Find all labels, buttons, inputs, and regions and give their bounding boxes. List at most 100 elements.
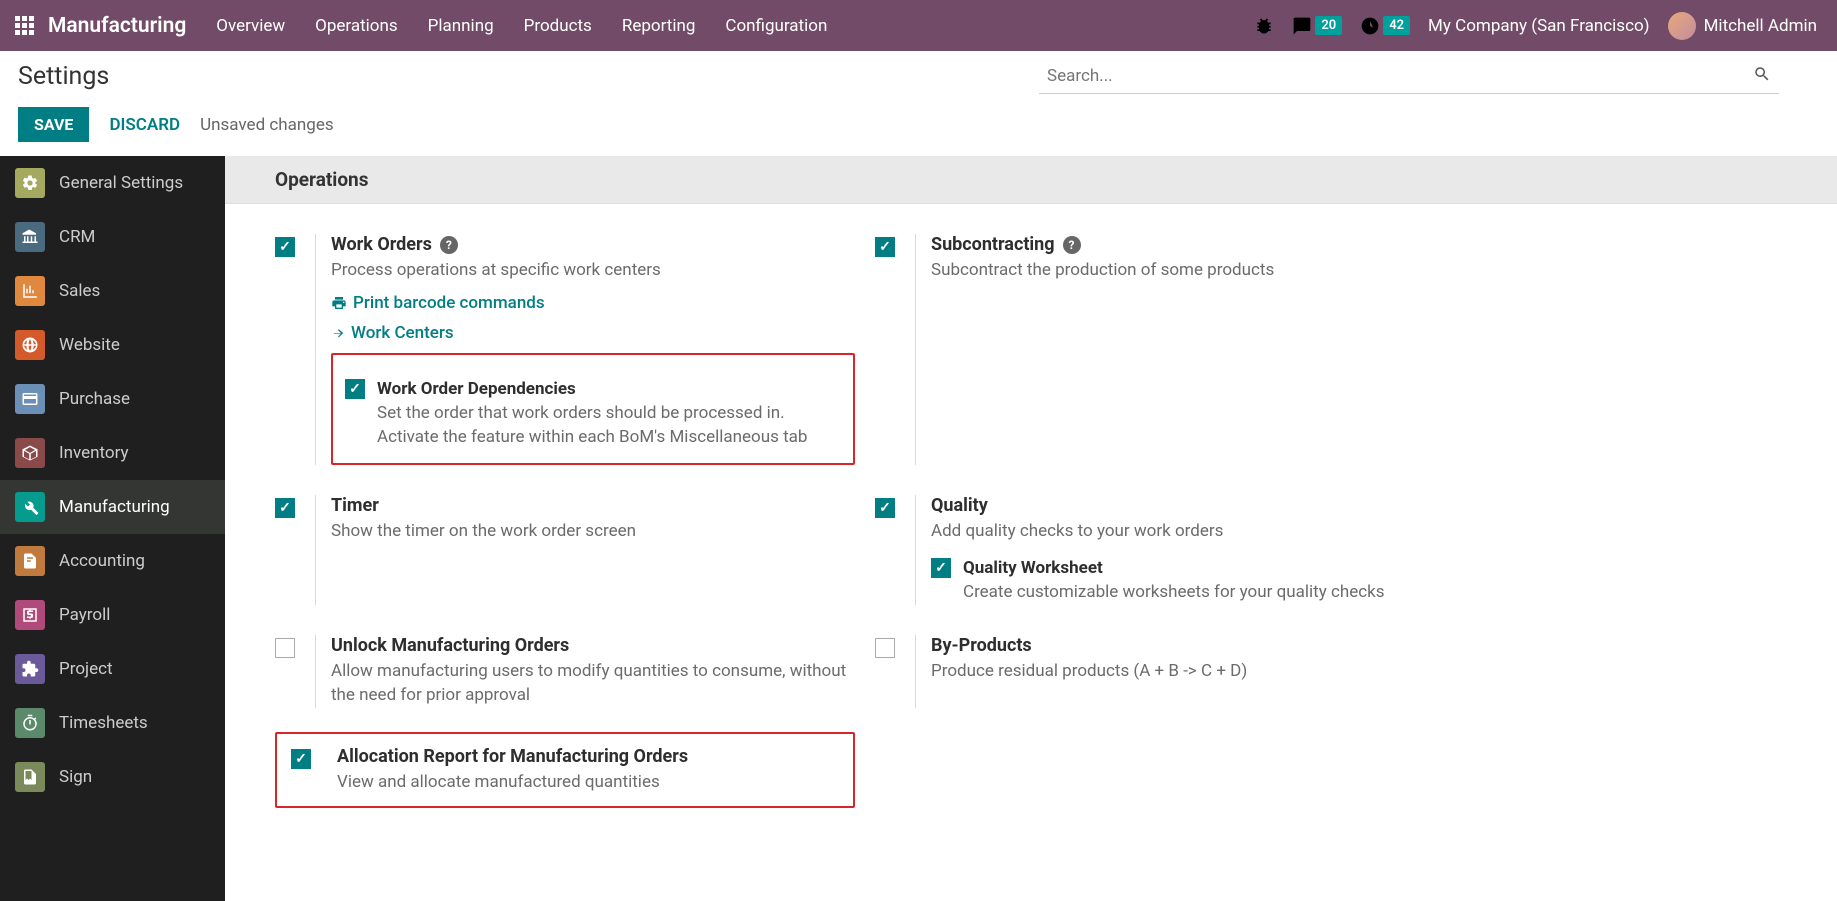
puzzle-icon [15, 654, 45, 684]
stopwatch-icon [15, 708, 45, 738]
company-switcher[interactable]: My Company (San Francisco) [1428, 16, 1650, 36]
sidebar-item-general[interactable]: General Settings [0, 156, 225, 210]
sidebar-item-payroll[interactable]: Payroll [0, 588, 225, 642]
sidebar-item-sales[interactable]: Sales [0, 264, 225, 318]
setting-title: Work Orders [331, 234, 432, 255]
checkbox-quality[interactable] [875, 498, 895, 518]
checkbox-quality-ws[interactable] [931, 558, 951, 578]
setting-desc: Produce residual products (A + B -> C + … [931, 660, 1455, 684]
nav-overview[interactable]: Overview [216, 16, 285, 36]
sidebar-item-inventory[interactable]: Inventory [0, 426, 225, 480]
user-name: Mitchell Admin [1704, 16, 1817, 36]
top-nav: Manufacturing Overview Operations Planni… [0, 0, 1837, 51]
nav-right: 20 42 My Company (San Francisco) Mitchel… [1254, 12, 1827, 40]
sidebar-item-purchase[interactable]: Purchase [0, 372, 225, 426]
divider [315, 635, 316, 708]
nav-configuration[interactable]: Configuration [725, 16, 827, 36]
discard-button[interactable]: DISCARD [109, 115, 180, 135]
divider [915, 234, 916, 465]
print-icon [331, 295, 347, 311]
activities-badge: 42 [1383, 16, 1410, 35]
app-brand[interactable]: Manufacturing [48, 14, 186, 38]
sidebar-item-timesheets[interactable]: Timesheets [0, 696, 225, 750]
setting-subcontracting: Subcontracting? Subcontract the producti… [865, 224, 1465, 485]
sidebar-item-accounting[interactable]: Accounting [0, 534, 225, 588]
setting-allocation: Allocation Report for Manufacturing Orde… [265, 722, 865, 829]
nav-planning[interactable]: Planning [428, 16, 494, 36]
highlight-wod: Work Order Dependencies Set the order th… [331, 353, 855, 466]
nav-products[interactable]: Products [524, 16, 592, 36]
sidebar-item-project[interactable]: Project [0, 642, 225, 696]
sidebar-item-website[interactable]: Website [0, 318, 225, 372]
checkbox-wod[interactable] [345, 379, 365, 399]
setting-title: By-Products [931, 635, 1032, 656]
setting-title: Timer [331, 495, 379, 516]
nav-reporting[interactable]: Reporting [622, 16, 696, 36]
link-print-barcode[interactable]: Print barcode commands [331, 293, 855, 313]
activities-icon[interactable]: 42 [1360, 16, 1410, 36]
sub-desc: Set the order that work orders should be… [377, 402, 841, 450]
arrow-right-icon [331, 326, 345, 340]
save-button[interactable]: SAVE [18, 107, 89, 142]
wrench-icon [15, 492, 45, 522]
nav-operations[interactable]: Operations [315, 16, 398, 36]
signature-icon [15, 762, 45, 792]
setting-quality: Quality Add quality checks to your work … [865, 485, 1465, 625]
setting-desc: Process operations at specific work cent… [331, 259, 855, 283]
gear-icon [15, 168, 45, 198]
settings-grid: Work Orders? Process operations at speci… [225, 204, 1837, 848]
search-icon[interactable] [1753, 65, 1771, 87]
sidebar-label: CRM [59, 227, 95, 247]
globe-icon [15, 330, 45, 360]
content: Operations Work Orders? Process operatio… [225, 156, 1837, 901]
settings-sidebar: General Settings CRM Sales Website Purch… [0, 156, 225, 901]
invoice-icon [15, 546, 45, 576]
setting-title: Allocation Report for Manufacturing Orde… [337, 746, 688, 767]
sidebar-label: Payroll [59, 605, 110, 625]
setting-desc: Show the timer on the work order screen [331, 520, 855, 544]
box-icon [15, 438, 45, 468]
checkbox-subcontracting[interactable] [875, 237, 895, 257]
sidebar-label: Manufacturing [59, 497, 170, 517]
sidebar-label: Inventory [59, 443, 129, 463]
setting-title: Subcontracting [931, 234, 1055, 255]
highlight-allocation: Allocation Report for Manufacturing Orde… [275, 732, 855, 809]
checkbox-unlock[interactable] [275, 638, 295, 658]
checkbox-timer[interactable] [275, 498, 295, 518]
setting-work-orders: Work Orders? Process operations at speci… [265, 224, 865, 485]
divider [915, 495, 916, 605]
help-icon[interactable]: ? [1063, 236, 1081, 254]
messages-badge: 20 [1315, 16, 1342, 35]
divider [315, 495, 316, 605]
search-box[interactable] [1039, 58, 1779, 94]
sidebar-item-crm[interactable]: CRM [0, 210, 225, 264]
apps-icon[interactable] [10, 12, 38, 40]
help-icon[interactable]: ? [440, 236, 458, 254]
setting-desc: Allow manufacturing users to modify quan… [331, 660, 855, 708]
main: General Settings CRM Sales Website Purch… [0, 156, 1837, 901]
sub-desc: Create customizable worksheets for your … [963, 581, 1455, 605]
sidebar-label: Sign [59, 767, 92, 787]
action-row: SAVE DISCARD Unsaved changes [0, 101, 1837, 156]
setting-desc: Add quality checks to your work orders [931, 520, 1455, 544]
sidebar-label: Website [59, 335, 120, 355]
setting-unlock-mo: Unlock Manufacturing Orders Allow manufa… [265, 625, 865, 728]
nav-menu: Overview Operations Planning Products Re… [216, 16, 1254, 36]
user-menu[interactable]: Mitchell Admin [1668, 12, 1817, 40]
sidebar-label: Accounting [59, 551, 145, 571]
sidebar-item-manufacturing[interactable]: Manufacturing [0, 480, 225, 534]
setting-desc: View and allocate manufactured quantitie… [337, 771, 839, 795]
page-title: Settings [18, 62, 1039, 91]
bug-icon[interactable] [1254, 16, 1274, 36]
sidebar-label: Purchase [59, 389, 130, 409]
link-work-centers[interactable]: Work Centers [331, 323, 855, 343]
search-input[interactable] [1047, 66, 1753, 86]
messages-icon[interactable]: 20 [1292, 16, 1342, 36]
sidebar-label: Timesheets [59, 713, 148, 733]
sidebar-label: Project [59, 659, 113, 679]
checkbox-byproducts[interactable] [875, 638, 895, 658]
section-header: Operations [225, 156, 1837, 204]
sidebar-item-sign[interactable]: Sign [0, 750, 225, 804]
checkbox-work-orders[interactable] [275, 237, 295, 257]
checkbox-allocation[interactable] [291, 749, 311, 769]
